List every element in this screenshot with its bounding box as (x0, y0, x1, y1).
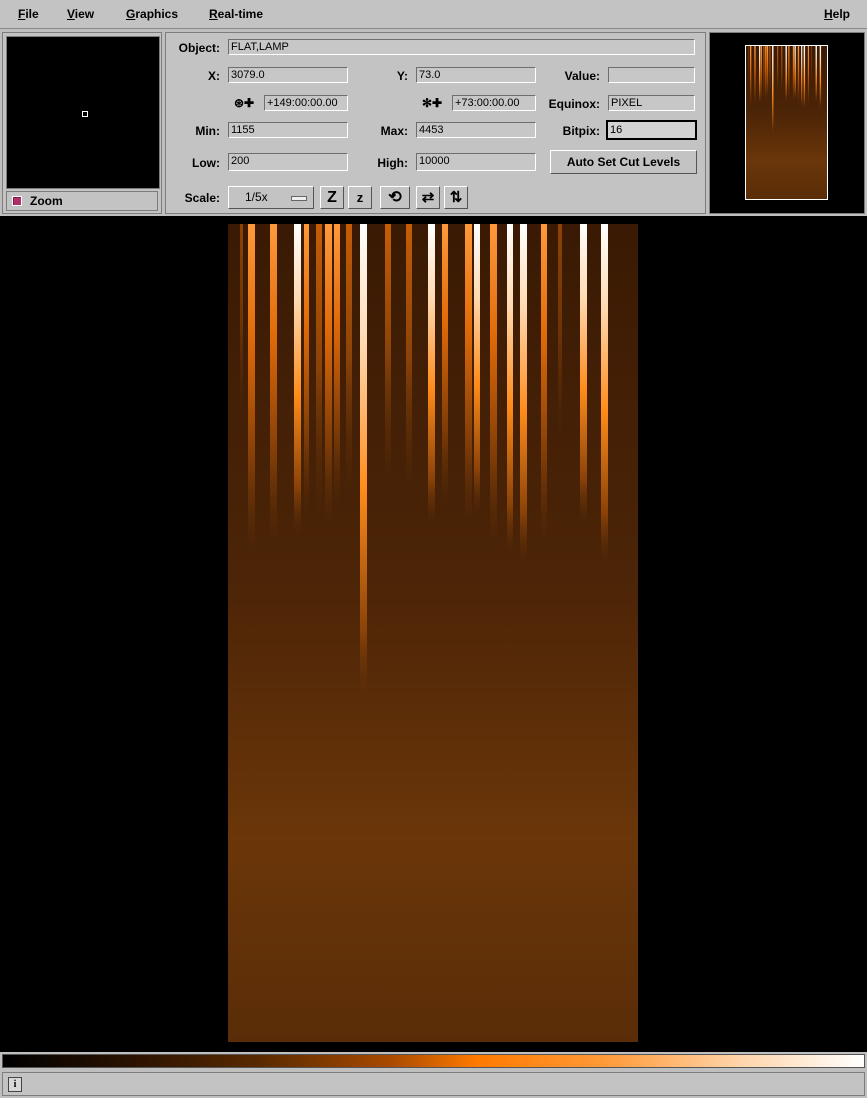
flip-x-button[interactable]: ⇄ (416, 186, 440, 209)
low-field[interactable]: 200 (228, 153, 348, 171)
high-field[interactable]: 10000 (416, 153, 536, 171)
menu-realtime[interactable]: Real-time (209, 7, 263, 21)
ra-crosshair-icon: ⊛✚ (234, 96, 255, 110)
auto-set-cut-levels-button[interactable]: Auto Set Cut Levels (550, 150, 697, 174)
zoom-panel: Zoom (2, 32, 162, 214)
zoom-out-button[interactable]: z (348, 186, 372, 209)
equinox-field[interactable]: PIXEL (608, 95, 695, 111)
pan-view[interactable] (745, 45, 828, 200)
ra-field[interactable]: +149:00:00.00 (264, 95, 348, 111)
menu-view[interactable]: View (67, 7, 94, 21)
menu-bar: File View Graphics Real-time Help (0, 0, 867, 29)
flip-y-button[interactable]: ⇅ (444, 186, 468, 209)
max-label: Max: (380, 124, 408, 138)
y-field[interactable]: 73.0 (416, 67, 536, 83)
zoom-cursor-marker (82, 111, 88, 117)
bitpix-label: Bitpix: (562, 124, 600, 138)
flip-x-icon: ⇄ (421, 189, 435, 206)
x-field[interactable]: 3079.0 (228, 67, 348, 83)
zoom-checkbox[interactable] (12, 196, 22, 206)
dec-field[interactable]: +73:00:00.00 (452, 95, 536, 111)
object-label: Object: (178, 41, 220, 55)
equinox-label: Equinox: (548, 97, 600, 111)
zoom-in-button[interactable]: Z (320, 186, 344, 209)
pan-panel (709, 32, 865, 214)
colormap-bar[interactable] (2, 1054, 865, 1068)
min-label: Min: (195, 124, 220, 138)
rotate-button[interactable]: ⟲ (380, 186, 410, 209)
menu-file[interactable]: File (18, 7, 39, 21)
zoom-in-icon: Z (327, 189, 337, 206)
zoom-toggle-label: Zoom (30, 194, 63, 208)
value-field[interactable] (608, 67, 695, 83)
menu-help[interactable]: Help (824, 7, 850, 21)
scale-select[interactable]: 1/5x (228, 186, 314, 209)
zoom-toggle[interactable]: Zoom (6, 191, 158, 211)
dec-crosshair-icon: ✻✚ (422, 96, 443, 110)
value-label: Value: (564, 69, 600, 83)
rotate-icon: ⟲ (388, 189, 402, 206)
frame-image-svg (228, 224, 638, 1042)
image-info-panel: Object: FLAT,LAMP X: 3079.0 Y: 73.0 Valu… (165, 32, 706, 214)
x-label: X: (208, 69, 220, 83)
scale-value: 1/5x (245, 190, 268, 204)
zoom-view[interactable] (6, 36, 160, 189)
zoom-out-icon: z (356, 190, 364, 205)
scale-label: Scale: (184, 191, 220, 205)
object-field[interactable]: FLAT,LAMP (228, 39, 695, 55)
flip-y-icon: ⇅ (449, 189, 463, 206)
flat-lamp-frame[interactable] (228, 224, 638, 1042)
dropdown-indicator-icon (291, 196, 307, 201)
max-field[interactable]: 4453 (416, 122, 536, 138)
low-label: Low: (192, 156, 220, 170)
bitpix-field[interactable]: 16 (606, 120, 697, 140)
y-label: Y: (396, 69, 408, 83)
high-label: High: (377, 156, 408, 170)
status-bar: i (2, 1072, 865, 1096)
pan-thumbnail-image (746, 46, 827, 199)
min-field[interactable]: 1155 (228, 122, 348, 138)
image-display[interactable] (0, 216, 867, 1052)
info-icon[interactable]: i (8, 1077, 22, 1092)
menu-graphics[interactable]: Graphics (126, 7, 178, 21)
